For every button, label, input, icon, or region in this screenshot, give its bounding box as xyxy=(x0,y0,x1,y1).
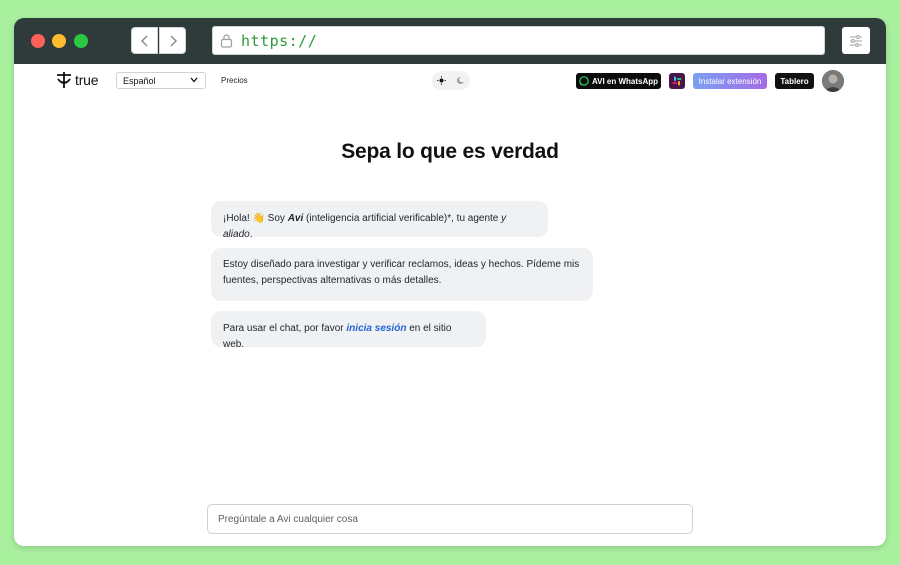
chevron-left-icon xyxy=(140,34,148,47)
soy-text: Soy xyxy=(264,213,288,224)
chat-input-placeholder: Pregúntale a Avi cualquier cosa xyxy=(218,513,358,525)
login-prompt-text: Para usar el chat, por favor xyxy=(223,323,347,334)
address-bar[interactable]: https:// xyxy=(212,26,825,55)
moon-icon[interactable] xyxy=(456,76,465,85)
avi-description: (inteligencia artificial verificable)*, … xyxy=(303,213,502,224)
chat-input[interactable]: Pregúntale a Avi cualquier cosa xyxy=(207,504,693,534)
chevron-down-icon xyxy=(190,77,198,83)
install-extension-button[interactable]: Instalar extensión xyxy=(693,73,767,89)
sun-icon[interactable] xyxy=(437,76,446,85)
whatsapp-button-label: AVI en WhatsApp xyxy=(591,76,659,86)
brand-name: true xyxy=(75,72,99,88)
greeting-text: ¡Hola! xyxy=(223,213,253,224)
prices-link[interactable]: Precios xyxy=(221,76,248,85)
dashboard-button[interactable]: Tablero xyxy=(775,73,814,89)
page-title: Sepa lo que es verdad xyxy=(341,140,559,163)
chevron-right-icon xyxy=(169,34,177,47)
theme-toggle[interactable] xyxy=(432,71,470,90)
minimize-window-button[interactable] xyxy=(52,34,66,48)
avatar[interactable] xyxy=(822,70,844,92)
site-logo[interactable]: true xyxy=(55,71,99,89)
language-selected: Español xyxy=(123,75,156,86)
back-button[interactable] xyxy=(131,27,158,54)
language-select[interactable]: Español xyxy=(116,72,206,89)
wave-icon: 👋 xyxy=(252,213,265,224)
close-window-button[interactable] xyxy=(31,34,45,48)
maximize-window-button[interactable] xyxy=(74,34,88,48)
dashboard-button-label: Tablero xyxy=(780,76,809,86)
browser-titlebar: https:// xyxy=(14,18,886,64)
lock-icon xyxy=(220,34,233,48)
chat-message: ¡Hola! 👋 Soy Avi (inteligencia artificia… xyxy=(211,201,548,240)
whatsapp-icon xyxy=(579,76,589,86)
forward-button[interactable] xyxy=(159,27,186,54)
sliders-icon xyxy=(850,34,862,47)
slack-icon xyxy=(672,76,682,86)
chat-message-text: Estoy diseñado para investigar y verific… xyxy=(223,259,580,286)
user-avatar-icon xyxy=(822,70,844,92)
browser-settings-button[interactable] xyxy=(842,27,870,54)
whatsapp-button[interactable]: AVI en WhatsApp xyxy=(576,73,661,89)
avi-name: Avi xyxy=(287,213,304,224)
browser-window: https:// true Español Precios AVI en Wha… xyxy=(14,18,886,546)
login-link[interactable]: inicia sesión xyxy=(346,323,406,334)
period-text: . xyxy=(249,229,253,240)
slack-button[interactable] xyxy=(669,73,685,89)
logo-icon xyxy=(57,72,71,88)
url-text: https:// xyxy=(241,31,318,50)
site-header: true Español Precios AVI en WhatsApp Ins… xyxy=(14,64,886,100)
chat-message: Para usar el chat, por favor inicia sesi… xyxy=(211,311,486,350)
install-extension-label: Instalar extensión xyxy=(698,76,762,86)
chat-message: Estoy diseñado para investigar y verific… xyxy=(211,248,593,301)
